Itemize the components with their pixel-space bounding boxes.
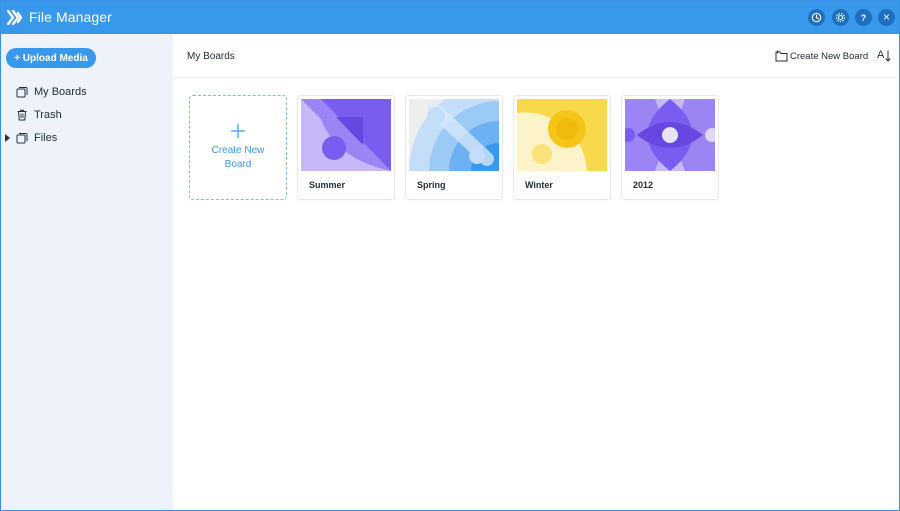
sidebar-item-label: My Boards [34,86,87,98]
main-header: My Boards Create New Board A [173,34,899,78]
trash-icon [17,109,27,121]
app-title: File Manager [29,9,112,25]
settings-button[interactable] [832,9,849,26]
create-new-board-tile-label: Create New Board [211,145,265,170]
sort-button[interactable]: A [877,49,891,63]
file-manager-window: File Manager ? × + Upload Media My Board… [0,0,900,511]
close-button[interactable]: × [878,9,895,26]
upload-media-button[interactable]: + Upload Media [6,48,96,68]
board-thumbnail [517,99,607,171]
sidebar-item-trash[interactable]: Trash [1,105,173,125]
new-folder-icon [775,50,788,62]
sidebar-item-label: Trash [34,109,62,121]
board-name: Summer [309,180,346,190]
breadcrumb: My Boards [187,51,235,62]
close-icon: × [882,10,890,24]
files-icon [16,133,28,144]
main-content: My Boards Create New Board A Create New [173,34,899,510]
history-button[interactable] [808,9,825,26]
help-icon: ? [860,12,867,23]
expand-caret-icon[interactable] [5,134,10,142]
create-new-board-button[interactable]: Create New Board [775,49,868,63]
boards-icon [16,87,28,98]
create-new-board-label: Create New Board [790,50,869,62]
winter-thumbnail-icon [517,99,607,171]
board-thumbnail [301,99,391,171]
sidebar-item-label: Files [34,132,58,144]
app-logo-icon [7,10,23,25]
clock-icon [811,12,822,23]
board-name: 2012 [633,180,654,190]
sidebar-item-files[interactable]: Files [1,128,173,148]
help-button[interactable]: ? [855,9,872,26]
summer-thumbnail-icon [301,99,391,171]
sort-arrow-icon [885,50,891,62]
board-thumbnail [409,99,499,171]
create-new-board-tile[interactable]: Create New Board [189,95,287,200]
board-name: Spring [417,180,446,190]
board-2012-thumbnail-icon [625,99,715,171]
board-thumbnail [625,99,715,171]
plus-icon [231,124,245,138]
title-bar: File Manager ? × [1,1,899,34]
spring-thumbnail-icon [409,99,499,171]
board-card-summer[interactable]: Summer [297,95,395,200]
board-card-spring[interactable]: Spring [405,95,503,200]
sidebar-item-my-boards[interactable]: My Boards [1,82,173,102]
board-name: Winter [525,180,553,190]
sidebar: + Upload Media My Boards Trash Files [1,34,173,510]
board-card-winter[interactable]: Winter [513,95,611,200]
sort-icon: A [877,49,885,61]
board-card-2012[interactable]: 2012 [621,95,719,200]
gear-icon [835,12,846,23]
